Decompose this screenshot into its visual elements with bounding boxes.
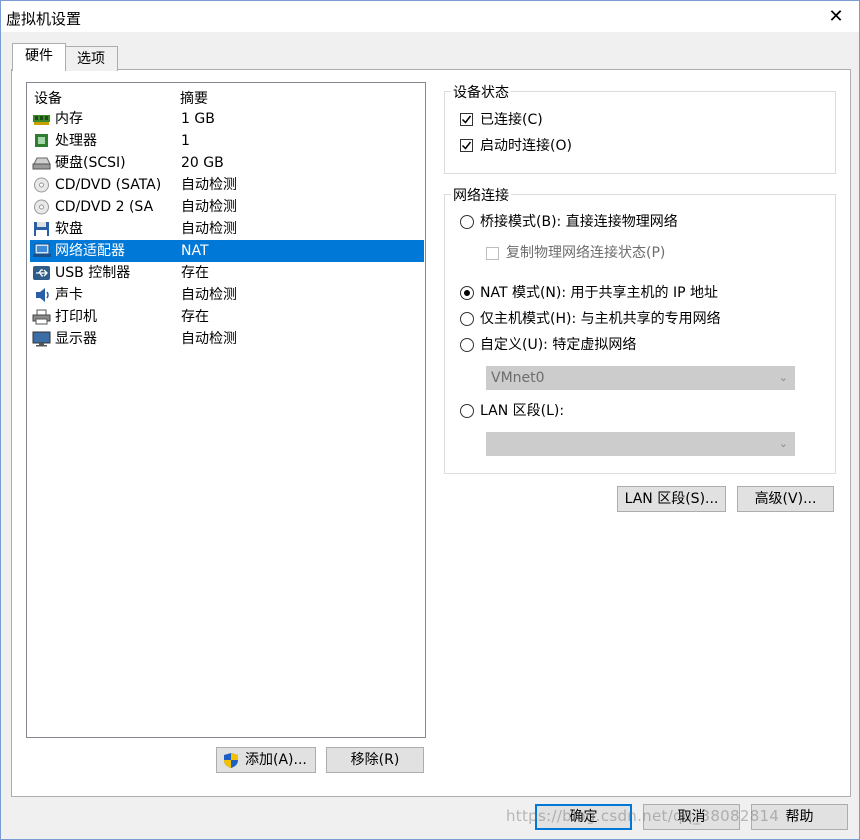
cancel-button[interactable]: 取消 xyxy=(643,804,740,830)
bridged-radio-circle[interactable] xyxy=(460,215,474,229)
cd-icon xyxy=(34,199,49,215)
lan-segment-select[interactable]: ⌄ xyxy=(486,432,795,456)
device-name: 内存 xyxy=(55,111,83,127)
summary-column-header[interactable]: 摘要 xyxy=(180,88,208,108)
checkmark-icon xyxy=(461,141,472,150)
help-button[interactable]: 帮助 xyxy=(751,804,848,830)
device-list[interactable]: 设备 摘要 内存 1 GB 处理器 1 硬盘(SCSI) 20 GB CD/DV… xyxy=(26,82,426,738)
device-row-memory[interactable]: 内存 1 GB xyxy=(30,108,424,130)
floppy-icon xyxy=(34,222,49,236)
device-name: 硬盘(SCSI) xyxy=(55,155,126,171)
device-status-group xyxy=(444,91,836,174)
cd-icon xyxy=(34,177,49,193)
title-bar: 虚拟机设置 ✕ xyxy=(1,1,859,32)
bridged-label: 桥接模式(B): 直接连接物理网络 xyxy=(480,214,678,230)
device-name: USB 控制器 xyxy=(55,265,131,281)
chevron-down-icon: ⌄ xyxy=(778,371,788,384)
device-summary: 存在 xyxy=(181,265,209,281)
connect-at-power-on-checkbox-box[interactable] xyxy=(460,139,473,152)
tab-options[interactable]: 选项 xyxy=(64,46,118,71)
device-name: 网络适配器 xyxy=(55,243,125,259)
cpu-icon xyxy=(35,134,48,147)
custom-network-select[interactable]: VMnet0 ⌄ xyxy=(486,366,795,390)
device-name: 显示器 xyxy=(55,331,97,347)
network-adapter-icon xyxy=(33,243,51,257)
device-summary: NAT xyxy=(181,243,209,259)
lan-segment-radio-circle[interactable] xyxy=(460,404,474,418)
connect-at-power-on-label: 启动时连接(O) xyxy=(480,138,572,154)
device-row-cd-dvd-sata[interactable]: CD/DVD (SATA) 自动检测 xyxy=(30,174,424,196)
device-row-usb-controller[interactable]: USB 控制器 存在 xyxy=(30,262,424,284)
lan-segment-label: LAN 区段(L): xyxy=(480,403,565,419)
add-button-label: 添加(A)... xyxy=(245,752,307,768)
device-summary: 1 xyxy=(181,133,190,149)
nat-radio-circle[interactable] xyxy=(460,286,474,300)
uac-shield-icon xyxy=(224,753,238,768)
device-row-processor[interactable]: 处理器 1 xyxy=(30,130,424,152)
device-row-hard-disk[interactable]: 硬盘(SCSI) 20 GB xyxy=(30,152,424,174)
device-summary: 存在 xyxy=(181,309,209,325)
device-name: 声卡 xyxy=(55,287,83,303)
printer-icon xyxy=(32,309,51,325)
ok-button[interactable]: 确定 xyxy=(535,804,632,830)
custom-network-value: VMnet0 xyxy=(491,370,545,386)
device-name: 处理器 xyxy=(55,133,97,149)
nat-label: NAT 模式(N): 用于共享主机的 IP 地址 xyxy=(480,285,718,301)
checkmark-icon xyxy=(461,115,472,124)
device-column-header[interactable]: 设备 xyxy=(34,88,62,108)
memory-icon xyxy=(33,115,50,125)
device-row-floppy[interactable]: 软盘 自动检测 xyxy=(30,218,424,240)
connected-label: 已连接(C) xyxy=(480,112,543,128)
lan-segments-button[interactable]: LAN 区段(S)... xyxy=(617,486,726,512)
device-row-network-adapter[interactable]: 网络适配器 NAT xyxy=(30,240,424,262)
connected-checkbox-box[interactable] xyxy=(460,113,473,126)
device-row-sound-card[interactable]: 声卡 自动检测 xyxy=(30,284,424,306)
device-summary: 自动检测 xyxy=(181,221,237,237)
monitor-icon xyxy=(32,331,51,347)
device-summary: 20 GB xyxy=(181,155,224,171)
settings-window: 虚拟机设置 ✕ 硬件 选项 设备 摘要 内存 1 GB 处理器 1 硬盘(SCS… xyxy=(0,0,860,840)
host-only-label: 仅主机模式(H): 与主机共享的专用网络 xyxy=(480,311,721,327)
hard-disk-icon xyxy=(32,157,51,170)
device-summary: 自动检测 xyxy=(181,199,237,215)
host-only-radio-circle[interactable] xyxy=(460,312,474,326)
usb-icon xyxy=(33,266,50,280)
chevron-down-icon: ⌄ xyxy=(778,437,788,450)
device-status-title: 设备状态 xyxy=(451,82,511,102)
device-name: CD/DVD (SATA) xyxy=(55,177,162,193)
device-summary: 自动检测 xyxy=(181,287,237,303)
advanced-button[interactable]: 高级(V)... xyxy=(737,486,834,512)
replicate-state-label: 复制物理网络连接状态(P) xyxy=(506,245,666,261)
device-row-printer[interactable]: 打印机 存在 xyxy=(30,306,424,328)
device-summary: 自动检测 xyxy=(181,331,237,347)
custom-radio-circle[interactable] xyxy=(460,338,474,352)
close-button[interactable]: ✕ xyxy=(813,1,859,32)
network-connection-title: 网络连接 xyxy=(451,185,511,205)
device-name: 软盘 xyxy=(55,221,83,237)
device-row-display[interactable]: 显示器 自动检测 xyxy=(30,328,424,350)
device-summary: 自动检测 xyxy=(181,177,237,193)
remove-device-button[interactable]: 移除(R) xyxy=(326,747,424,773)
device-name: 打印机 xyxy=(55,309,97,325)
device-summary: 1 GB xyxy=(181,111,215,127)
add-device-button[interactable]: 添加(A)... xyxy=(216,747,316,773)
tab-hardware[interactable]: 硬件 xyxy=(12,43,66,71)
replicate-state-checkbox-box[interactable] xyxy=(486,247,499,260)
device-name: CD/DVD 2 (SA xyxy=(55,199,154,215)
device-row-cd-dvd-2[interactable]: CD/DVD 2 (SA 自动检测 xyxy=(30,196,424,218)
sound-card-icon xyxy=(36,288,49,302)
custom-label: 自定义(U): 特定虚拟网络 xyxy=(480,337,637,353)
window-title: 虚拟机设置 xyxy=(6,10,82,28)
